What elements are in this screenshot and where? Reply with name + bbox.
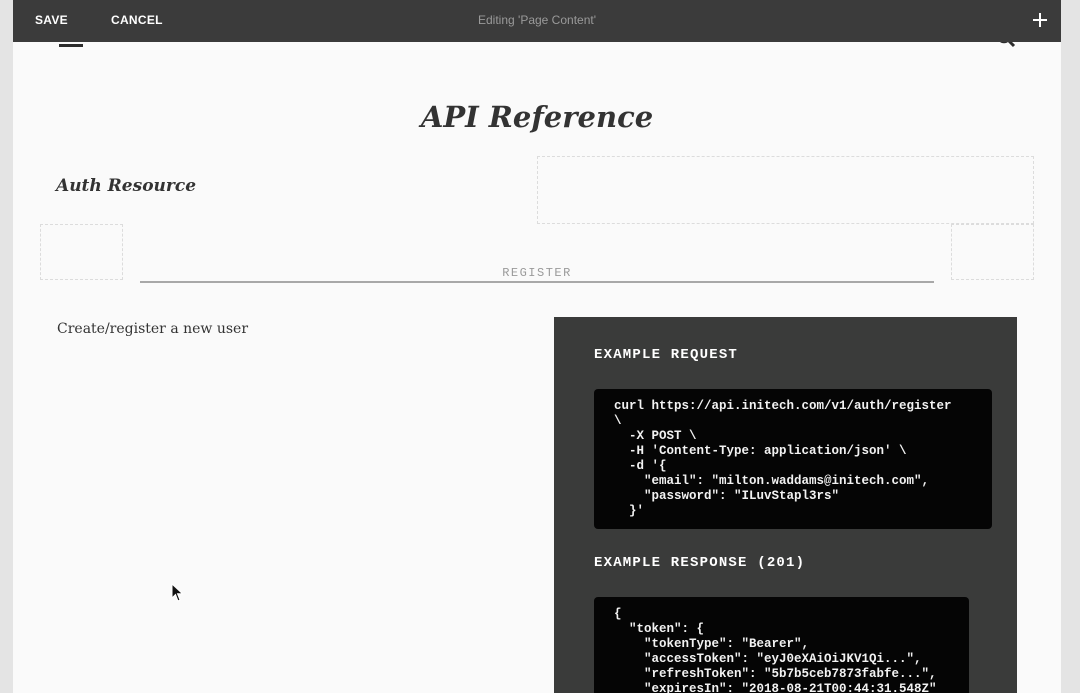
mouse-pointer-icon <box>171 583 184 602</box>
example-response-code[interactable]: { "token": { "tokenType": "Bearer", "acc… <box>594 597 969 693</box>
endpoint-description: Create/register a new user <box>57 321 249 337</box>
example-request-code[interactable]: curl https://api.initech.com/v1/auth/reg… <box>594 389 992 529</box>
section-title: Auth Resource <box>56 176 197 196</box>
section-divider-label: REGISTER <box>502 266 572 280</box>
plus-icon[interactable] <box>1032 8 1048 32</box>
section-divider-line <box>140 281 934 283</box>
example-request-heading: EXAMPLE REQUEST <box>594 347 739 363</box>
page-title: API Reference <box>420 100 654 134</box>
example-response-heading: EXAMPLE RESPONSE (201) <box>594 555 806 571</box>
code-example-panel: EXAMPLE REQUEST curl https://api.initech… <box>554 317 1017 693</box>
editing-status: Editing 'Page Content' <box>478 13 596 27</box>
empty-block-placeholder[interactable] <box>537 156 1034 224</box>
editor-toolbar: SAVE CANCEL Editing 'Page Content' <box>13 0 1061 42</box>
